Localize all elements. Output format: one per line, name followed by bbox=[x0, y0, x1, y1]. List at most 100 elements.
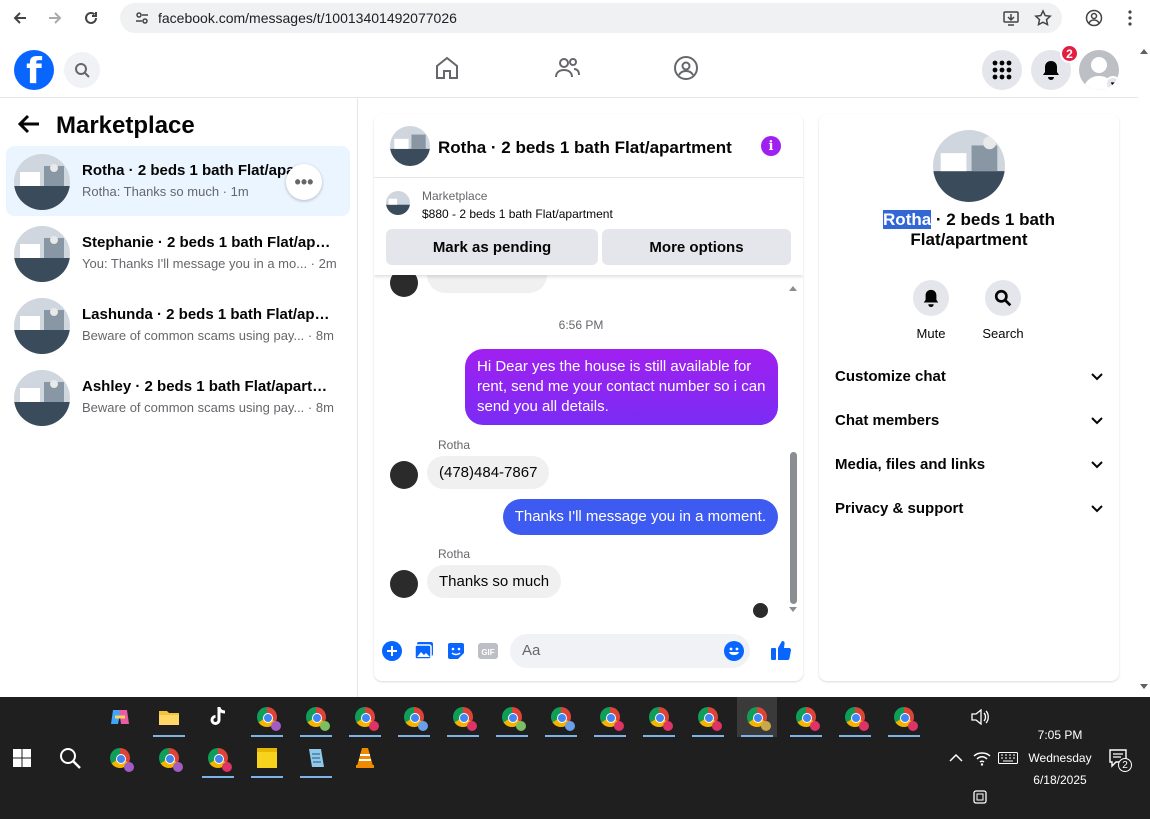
listing-thumbnail[interactable] bbox=[390, 126, 430, 166]
address-bar[interactable]: facebook.com/messages/t/1001340149207702… bbox=[120, 3, 1062, 33]
chrome-profile-icon[interactable] bbox=[345, 697, 385, 737]
plus-circle-icon[interactable] bbox=[382, 641, 402, 666]
chrome-profile-icon[interactable] bbox=[394, 697, 434, 737]
notification-center-icon[interactable]: 2 bbox=[1098, 738, 1138, 778]
more-options-button[interactable]: More options bbox=[602, 229, 791, 265]
chrome-profile-icon[interactable] bbox=[443, 697, 483, 737]
search-icon[interactable] bbox=[985, 280, 1021, 316]
customize-chat-section[interactable]: Customize chat bbox=[835, 364, 1103, 388]
account-avatar[interactable]: ▾ bbox=[1079, 50, 1119, 90]
chat-scrollbar[interactable] bbox=[788, 284, 798, 620]
chrome-profile-icon[interactable] bbox=[884, 697, 924, 737]
clock-date: 6/18/2025 bbox=[1033, 773, 1087, 787]
browser-menu-icon[interactable] bbox=[1112, 0, 1148, 36]
tiktok-icon[interactable] bbox=[198, 697, 238, 737]
message-bubble-incoming: (478)484-7867 bbox=[427, 456, 550, 489]
vlc-icon[interactable] bbox=[345, 738, 385, 778]
chrome-profile-icon[interactable] bbox=[247, 697, 287, 737]
chrome-profile-icon[interactable] bbox=[786, 697, 826, 737]
chat-header: Rotha · 2 beds 1 bath Flat/apartment i bbox=[374, 114, 803, 178]
message-thread[interactable]: 6:56 PM Hi Dear yes the house is still a… bbox=[374, 275, 803, 619]
back-icon[interactable] bbox=[2, 0, 38, 36]
sticker-icon[interactable] bbox=[446, 641, 466, 666]
chrome-profile-icon-active[interactable] bbox=[737, 697, 777, 737]
sender-name: Rotha bbox=[438, 547, 471, 561]
mark-as-pending-button[interactable]: Mark as pending bbox=[386, 229, 598, 265]
chrome-profile-icon[interactable] bbox=[835, 697, 875, 737]
friends-icon[interactable] bbox=[554, 55, 580, 86]
message-bubble-outgoing: Hi Dear yes the house is still available… bbox=[465, 349, 778, 425]
browser-toolbar: facebook.com/messages/t/1001340149207702… bbox=[0, 0, 1150, 36]
svg-text:GIF: GIF bbox=[481, 648, 494, 657]
sender-name: Rotha bbox=[438, 438, 471, 452]
mute-action[interactable]: Mute bbox=[901, 280, 961, 341]
meet-now-icon[interactable] bbox=[960, 777, 1000, 817]
chat-title[interactable]: Rotha · 2 beds 1 bath Flat/apartment bbox=[438, 138, 732, 158]
bell-icon[interactable] bbox=[913, 280, 949, 316]
back-arrow-icon[interactable] bbox=[17, 114, 40, 139]
chrome-profile-icon[interactable] bbox=[541, 697, 581, 737]
conversation-item[interactable]: Stephanie · 2 beds 1 bath Flat/apartment… bbox=[6, 218, 350, 288]
url-text: facebook.com/messages/t/1001340149207702… bbox=[158, 10, 457, 26]
notepad-icon[interactable] bbox=[296, 738, 336, 778]
notification-count-badge: 2 bbox=[1118, 758, 1132, 772]
avatar bbox=[390, 570, 418, 598]
notifications-bell-icon[interactable]: 2 bbox=[1031, 44, 1079, 90]
chat-panel: Rotha · 2 beds 1 bath Flat/apartment i M… bbox=[374, 114, 803, 681]
file-explorer-icon[interactable] bbox=[149, 697, 189, 737]
emoji-icon[interactable] bbox=[724, 641, 744, 666]
message-input[interactable] bbox=[522, 642, 712, 659]
listing-price[interactable]: $880 - 2 beds 1 bath Flat/apartment bbox=[422, 207, 613, 221]
chevron-down-icon bbox=[1091, 368, 1103, 385]
bookmark-star-icon[interactable] bbox=[1034, 9, 1052, 32]
chat-members-section[interactable]: Chat members bbox=[835, 408, 1103, 432]
read-receipt-avatar bbox=[753, 603, 768, 618]
reload-icon[interactable] bbox=[73, 0, 109, 36]
thumbs-up-icon[interactable] bbox=[770, 639, 792, 666]
search-icon[interactable] bbox=[64, 52, 100, 88]
chrome-profile-icon[interactable] bbox=[100, 738, 140, 778]
conversation-item[interactable]: Lashunda · 2 beds 1 bath Flat/apartment … bbox=[6, 290, 350, 360]
photo-icon[interactable] bbox=[414, 641, 434, 666]
chrome-profile-icon[interactable] bbox=[492, 697, 532, 737]
chevron-down-icon bbox=[1091, 456, 1103, 473]
menu-grid-icon[interactable] bbox=[982, 50, 1022, 90]
search-action[interactable]: Search bbox=[973, 280, 1033, 341]
media-files-links-section[interactable]: Media, files and links bbox=[835, 452, 1103, 476]
home-icon[interactable] bbox=[434, 55, 460, 86]
chrome-profile-icon[interactable] bbox=[639, 697, 679, 737]
taskbar-search-icon[interactable] bbox=[50, 738, 90, 778]
copilot-icon[interactable] bbox=[100, 697, 140, 737]
groups-icon[interactable] bbox=[673, 55, 699, 86]
chrome-profile-icon[interactable] bbox=[149, 738, 189, 778]
info-icon[interactable]: i bbox=[761, 136, 781, 156]
forward-icon[interactable] bbox=[37, 0, 73, 36]
gif-icon[interactable]: GIF bbox=[478, 641, 498, 666]
scrollbar-thumb[interactable] bbox=[790, 452, 797, 604]
page-scrollbar[interactable] bbox=[1138, 41, 1150, 697]
message-bubble-incoming: Thanks so much bbox=[427, 565, 562, 598]
chrome-profile-icon[interactable] bbox=[296, 697, 336, 737]
listing-thumbnail[interactable] bbox=[933, 130, 1005, 202]
listing-thumbnail bbox=[14, 154, 70, 210]
chat-list-panel: Marketplace Rotha · 2 beds 1 bath Flat/a… bbox=[0, 98, 358, 697]
install-app-icon[interactable] bbox=[1002, 9, 1020, 32]
conversation-item[interactable]: Ashley · 2 beds 1 bath Flat/apartment Be… bbox=[6, 362, 350, 432]
chrome-profile-icon[interactable] bbox=[590, 697, 630, 737]
windows-start-icon[interactable] bbox=[2, 738, 42, 778]
listing-thumbnail bbox=[14, 370, 70, 426]
conversation-options-button[interactable]: ••• bbox=[286, 164, 322, 200]
privacy-support-section[interactable]: Privacy & support bbox=[835, 496, 1103, 520]
message-input-box[interactable] bbox=[510, 634, 750, 668]
message-composer: GIF bbox=[374, 629, 803, 673]
clock-time[interactable]: 7:05 PM bbox=[1020, 728, 1100, 742]
volume-icon[interactable] bbox=[960, 697, 1000, 737]
sticky-notes-icon[interactable] bbox=[247, 738, 287, 778]
chrome-profile-icon[interactable] bbox=[688, 697, 728, 737]
conversation-item[interactable]: Rotha · 2 beds 1 bath Flat/apartment Rot… bbox=[6, 146, 350, 216]
site-settings-icon[interactable] bbox=[126, 10, 158, 26]
chrome-profile-icon[interactable] bbox=[198, 738, 238, 778]
profile-icon[interactable] bbox=[1076, 0, 1112, 36]
facebook-logo[interactable]: f bbox=[14, 50, 54, 90]
chat-details-panel: Rotha · 2 beds 1 bath Flat/apartment Mute… bbox=[819, 114, 1119, 681]
